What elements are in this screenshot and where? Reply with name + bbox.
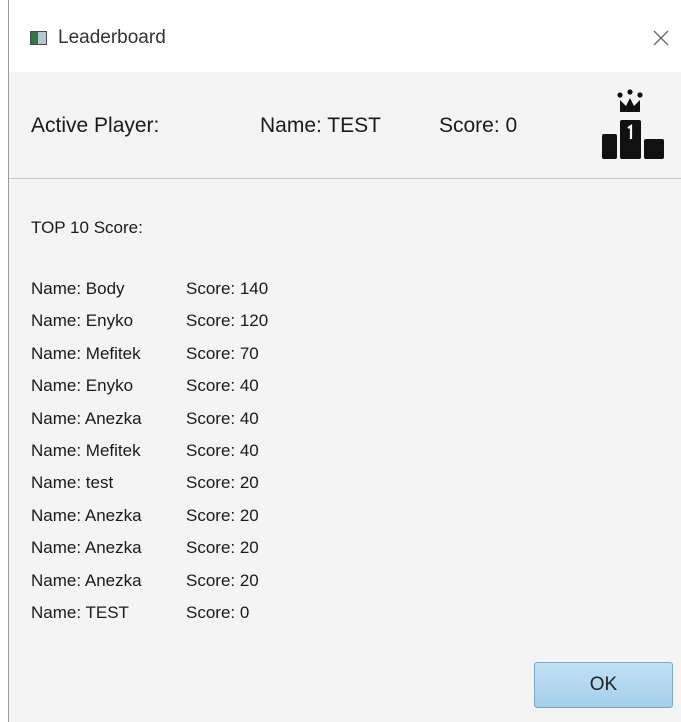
row-score: Score: 20 [186,538,259,558]
row-name: Name: test [31,473,114,493]
row-name: Name: Anezka [31,505,142,525]
score-row: Name: TEST Score: 0 [31,603,268,635]
close-button[interactable] [641,20,681,56]
score-row: Name: Enyko Score: 120 [31,311,268,343]
active-player-name: Name: TEST [260,114,381,137]
row-score: Score: 0 [186,602,250,622]
podium-crown-icon [602,89,664,159]
row-name: Name: Body [31,279,125,298]
ok-button[interactable]: OK [534,662,673,708]
score-row: Name: Enyko Score: 40 [31,376,268,408]
title-bar[interactable]: Leaderboard [9,0,681,72]
active-player-label: Active Player: [31,114,160,137]
active-player-score: Score: 0 [439,114,518,137]
score-row: Name: Anezka Score: 20 [31,571,268,603]
window-title: Leaderboard [58,27,166,48]
row-score: Score: 120 [186,311,269,331]
score-row: Name: Mefitek Score: 70 [31,344,268,376]
top-scores-title: TOP 10 Score: [31,218,143,237]
app-window-icon [30,31,47,45]
row-score: Score: 20 [186,505,259,525]
score-row: Name: test Score: 20 [31,473,268,505]
row-name: Name: Anezka [31,408,142,428]
row-name: Name: TEST [31,602,129,622]
score-row: Name: Mefitek Score: 40 [31,441,268,473]
row-name: Name: Enyko [31,376,134,396]
row-score: Score: 40 [186,376,259,396]
row-name: Name: Anezka [31,538,142,558]
leaderboard-content: TOP 10 Score: Name: Body Score: 140 Name:… [9,179,681,722]
row-score: Score: 40 [186,440,259,460]
row-score: Score: 70 [186,343,259,363]
score-row: Name: Anezka Score: 40 [31,409,268,441]
leaderboard-window: Leaderboard Active Player: Name: TEST Sc… [8,0,681,722]
active-player-header: Active Player: Name: TEST Score: 0 [9,72,681,179]
close-icon [653,30,669,46]
score-list: Name: Body Score: 140 Name: Enyko Score: 1… [31,279,268,635]
row-score: Score: 40 [186,408,259,428]
row-name: Name: Anezka [31,570,142,590]
score-row: Name: Body Score: 140 [31,279,268,311]
score-row: Name: Anezka Score: 20 [31,538,268,570]
row-score: Score: 140 [186,279,269,298]
row-score: Score: 20 [186,473,259,493]
row-name: Name: Mefitek [31,343,141,363]
row-name: Name: Mefitek [31,440,141,460]
row-name: Name: Enyko [31,311,134,331]
score-row: Name: Anezka Score: 20 [31,506,268,538]
row-score: Score: 20 [186,570,259,590]
